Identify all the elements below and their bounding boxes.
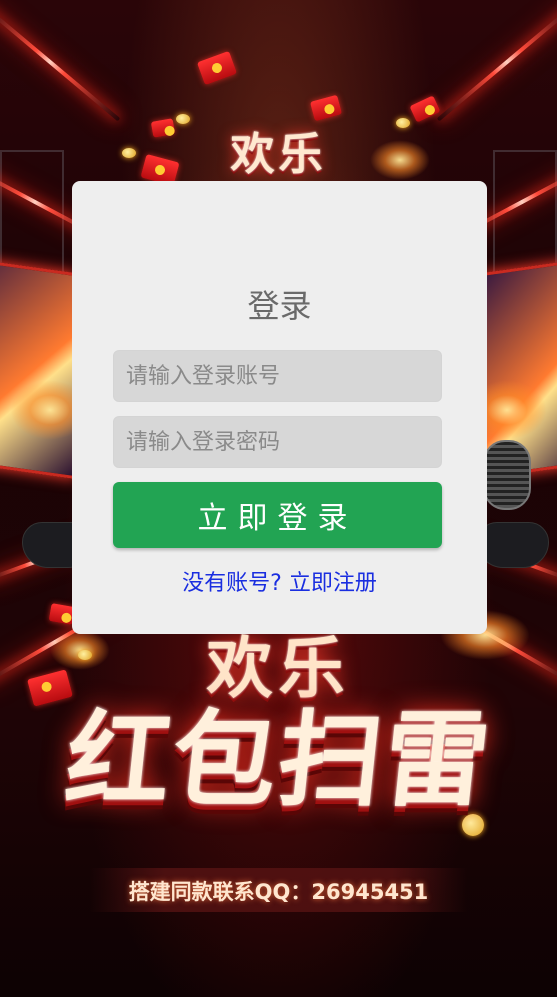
- neon-light: [0, 2, 121, 122]
- login-card: 登录 立即登录 没有账号? 立即注册: [72, 181, 487, 634]
- game-controller-icon: [477, 522, 549, 568]
- account-input[interactable]: [113, 350, 442, 402]
- app-background: 欢乐 欢乐 红包扫雷 搭建同款联系QQ：26945451 登录 立即登录 没有账…: [0, 0, 557, 997]
- stage-screen-left: [0, 256, 76, 480]
- login-title: 登录: [247, 287, 312, 325]
- logo-top-text: 欢乐: [230, 129, 327, 180]
- game-logo-title: 红包扫雷: [60, 698, 498, 821]
- contact-text: 搭建同款联系QQ：26945451: [128, 880, 429, 904]
- red-envelope-icon: [196, 50, 238, 86]
- microphone-icon: [483, 440, 531, 510]
- login-button[interactable]: 立即登录: [113, 482, 442, 548]
- register-link[interactable]: 没有账号? 立即注册: [72, 565, 487, 597]
- neon-light: [436, 2, 557, 122]
- password-input[interactable]: [113, 416, 442, 468]
